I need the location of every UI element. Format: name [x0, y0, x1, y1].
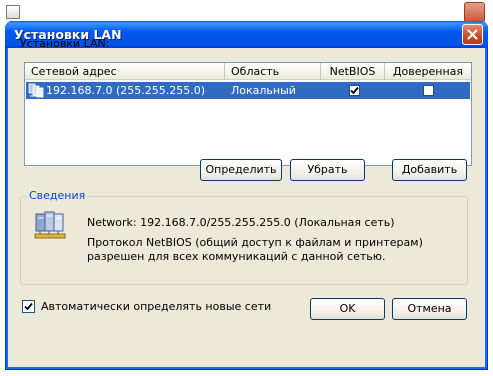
add-button[interactable]: Добавить — [392, 159, 467, 181]
network-icon — [28, 83, 44, 98]
autodetect-option[interactable]: Автоматически определять новые сети — [22, 300, 271, 313]
close-button[interactable] — [462, 24, 483, 45]
background-window — [0, 0, 493, 23]
background-window-icon — [6, 5, 20, 19]
column-header-trusted[interactable]: Доверенная — [385, 63, 471, 80]
row-address: 192.168.7.0 (255.255.255.0) — [46, 84, 206, 97]
column-header-area[interactable]: Область — [225, 63, 321, 80]
list-header: Сетевой адрес Область NetBIOS Доверенная — [25, 63, 471, 80]
details-description: Протокол NetBIOS (общий доступ к файлам … — [87, 236, 423, 263]
ok-button[interactable]: OK — [310, 298, 385, 320]
column-header-address[interactable]: Сетевой адрес — [25, 63, 225, 80]
autodetect-label: Автоматически определять новые сети — [41, 300, 272, 313]
netbios-checkbox[interactable] — [348, 85, 360, 96]
cancel-button[interactable]: Отмена — [392, 298, 467, 320]
column-header-netbios[interactable]: NetBIOS — [321, 63, 385, 80]
row-netbios-cell — [322, 82, 386, 99]
autodetect-checkbox[interactable] — [22, 300, 35, 313]
remove-button[interactable]: Убрать — [290, 159, 365, 181]
row-trusted-cell — [386, 82, 470, 99]
details-network: Network: 192.168.7.0/255.255.255.0 (Лока… — [87, 216, 395, 229]
close-icon — [467, 29, 478, 40]
row-area: Локальный — [231, 84, 296, 97]
background-window-close-icon — [464, 2, 485, 23]
row-address-cell: 192.168.7.0 (255.255.255.0) — [26, 82, 226, 99]
lan-list[interactable]: Сетевой адрес Область NetBIOS Доверенная… — [24, 62, 472, 166]
network-icon — [34, 211, 66, 239]
check-icon — [24, 302, 33, 311]
details-legend: Сведения — [27, 189, 88, 202]
section-label: Установки LAN: — [20, 37, 110, 50]
define-button[interactable]: Определить — [200, 159, 282, 181]
trusted-checkbox[interactable] — [422, 85, 434, 96]
check-icon — [349, 86, 359, 95]
table-row[interactable]: 192.168.7.0 (255.255.255.0) Локальный — [26, 82, 470, 99]
